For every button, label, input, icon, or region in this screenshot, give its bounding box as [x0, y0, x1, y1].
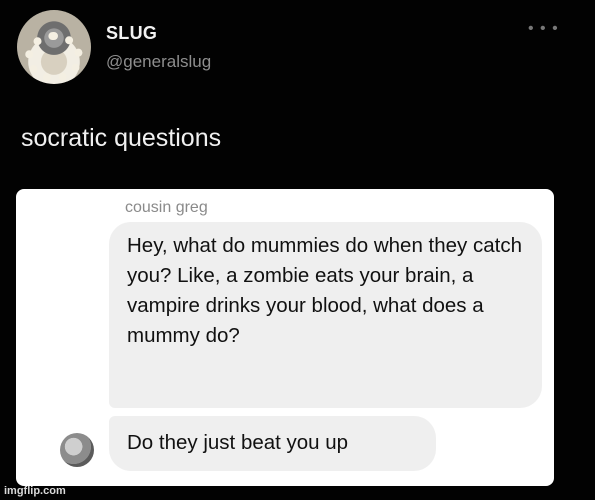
embedded-message-screenshot: cousin greg Hey, what do mummies do when… [16, 189, 554, 486]
message-bubble: Hey, what do mummies do when they catch … [109, 222, 542, 408]
tweet-card: SLUG @generalslug • • • socratic questio… [0, 0, 595, 500]
message-bubble: Do they just beat you up [109, 416, 436, 471]
author-name[interactable]: SLUG [106, 23, 157, 44]
more-options-icon[interactable]: • • • [528, 21, 559, 37]
tweet-text: socratic questions [21, 124, 222, 152]
contact-avatar [60, 433, 94, 467]
watermark: imgflip.com [4, 485, 66, 497]
sender-name: cousin greg [125, 199, 208, 216]
author-avatar[interactable] [17, 10, 91, 84]
flower-lei-graphic [25, 32, 83, 82]
author-handle[interactable]: @generalslug [106, 52, 211, 72]
